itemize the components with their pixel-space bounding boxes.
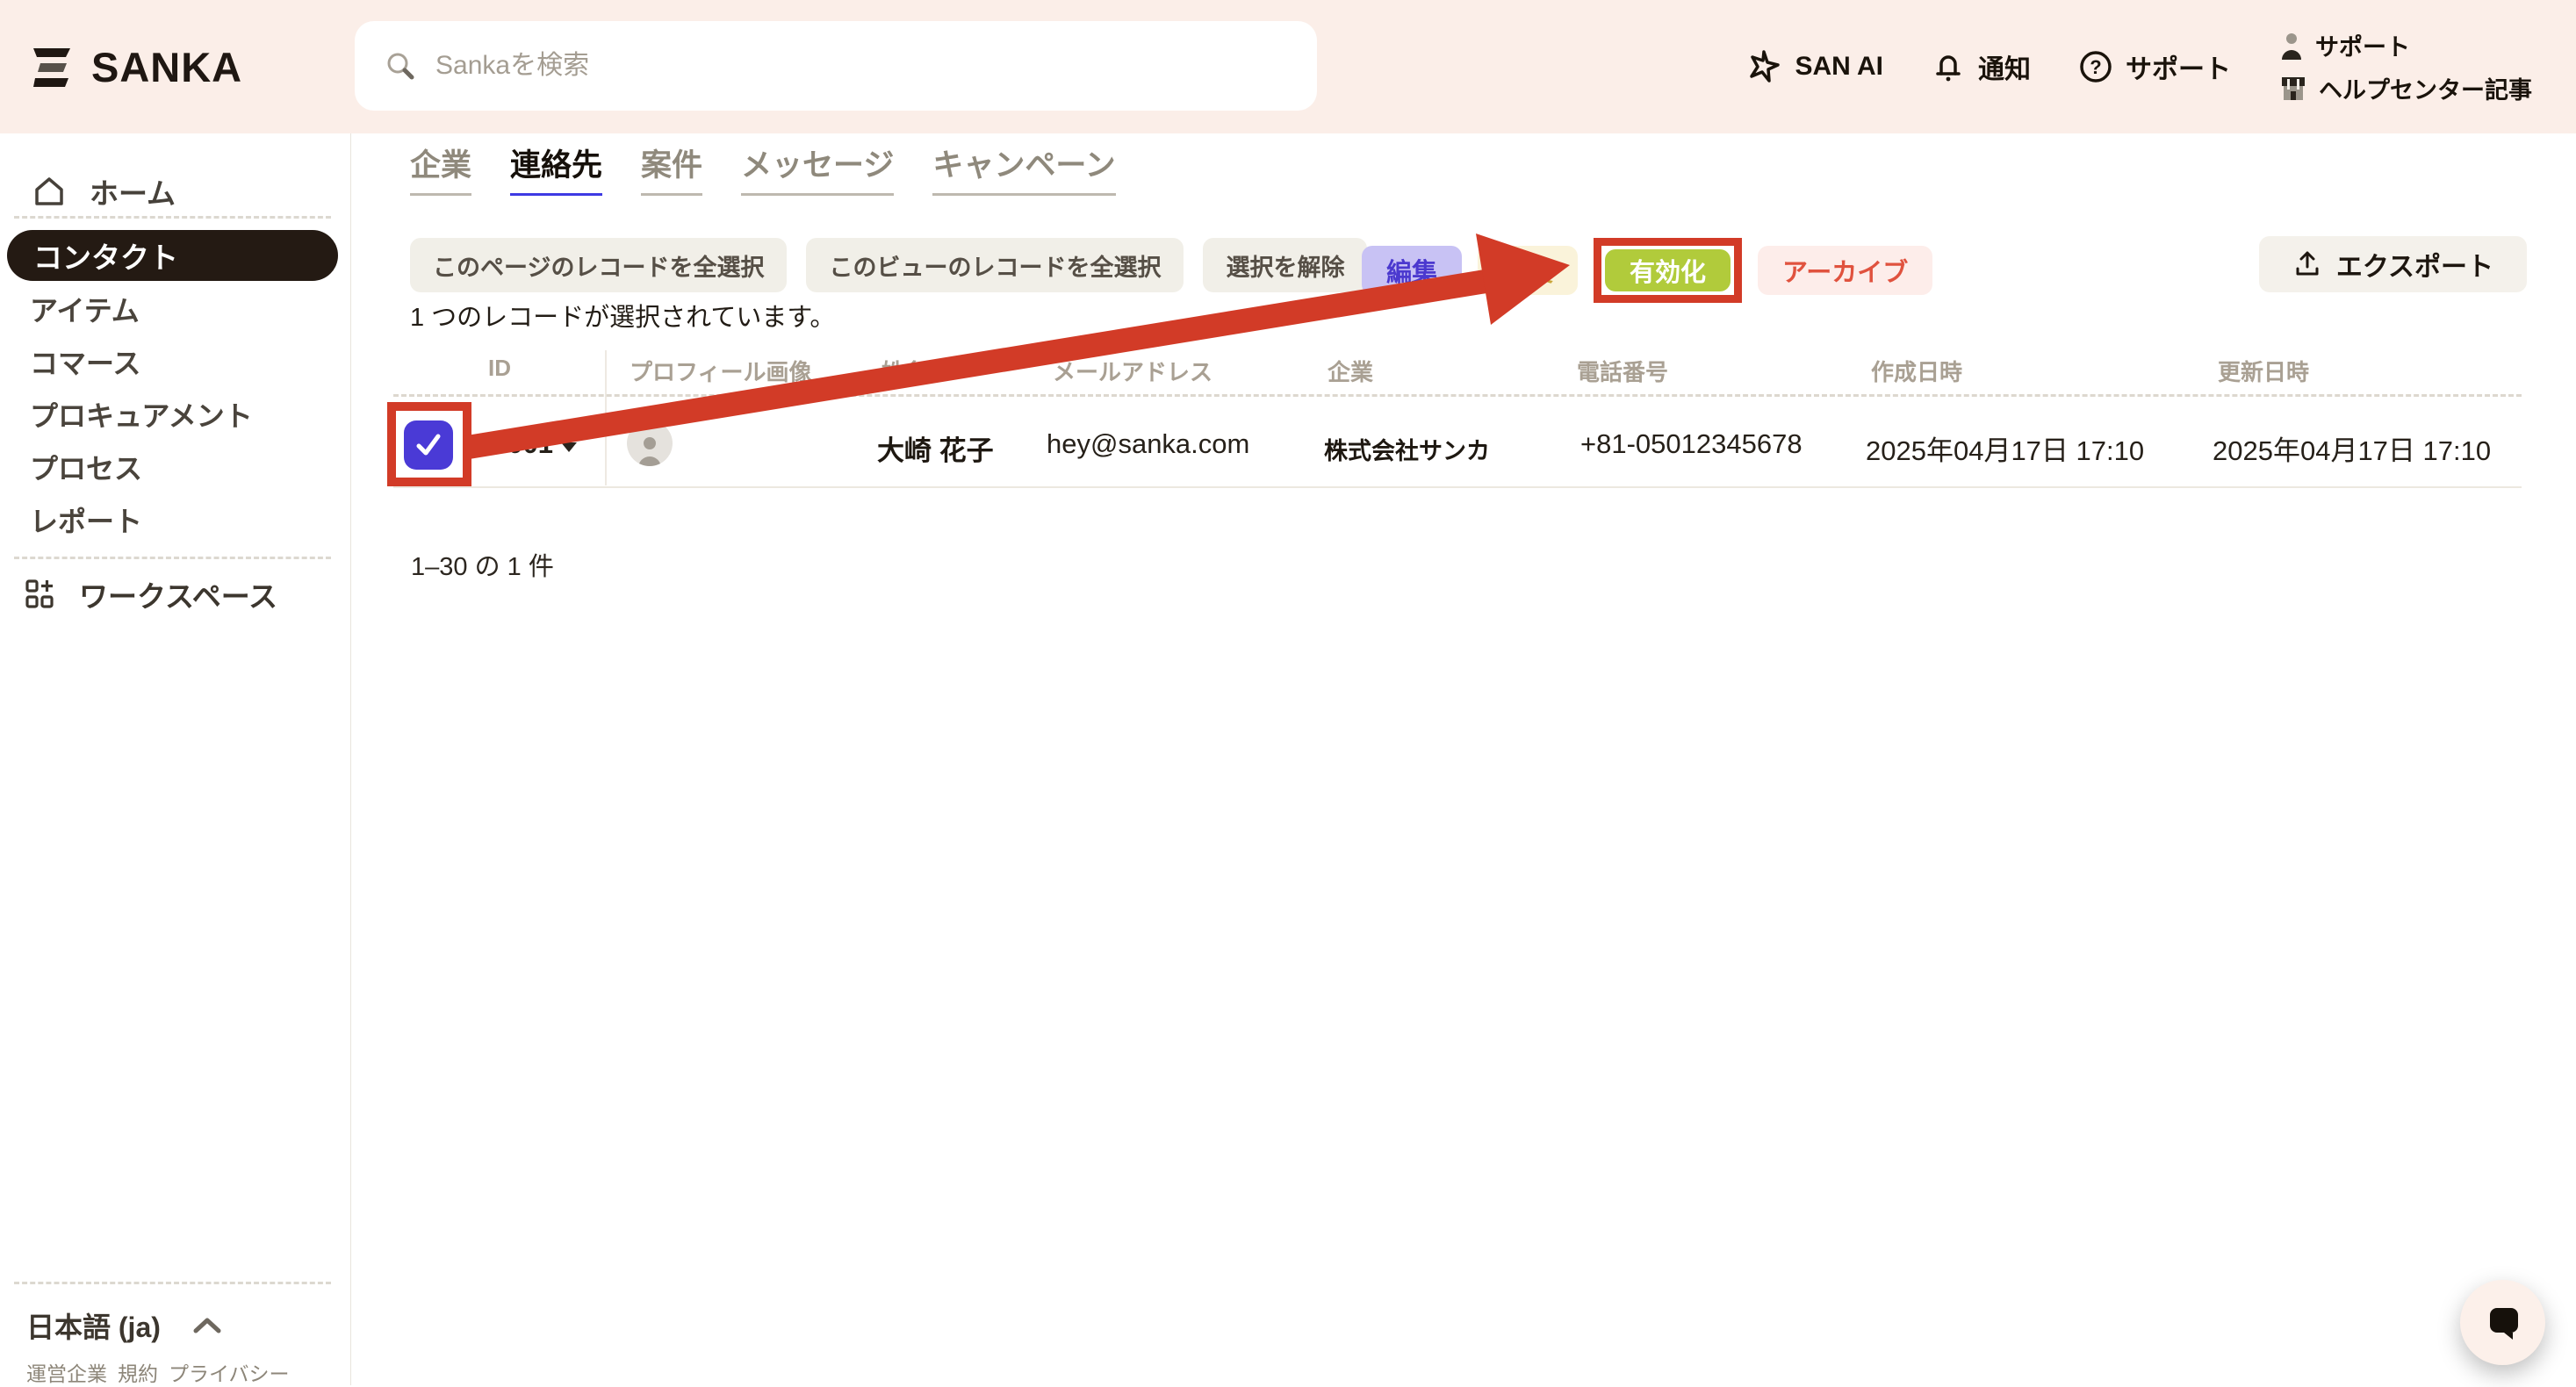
header-id: ID [488,355,511,382]
cell-name[interactable]: 大崎 花子 [877,428,994,468]
sidebar-item-procurement[interactable]: プロキュアメント [0,395,338,434]
sidebar-item-commerce[interactable]: コマース [0,342,338,381]
language-selector[interactable]: 日本語 (ja) [0,1306,338,1345]
terms-link[interactable]: 規約 [118,1357,158,1387]
chat-launcher-button[interactable] [2460,1280,2545,1365]
duplicate-button[interactable]: 複製 [1478,246,1578,295]
export-label: エクスポート [2336,245,2493,284]
home-icon [32,174,67,209]
avatar [627,420,673,466]
sidebar-item-label: ワークスペース [79,573,277,615]
san-ai-label: SAN AI [1795,52,1883,82]
topbar: SANKA SAN AI [0,0,2576,133]
workspace-grid-icon [23,577,58,612]
sidebar-item-label: アイテム [30,289,140,329]
selection-toolbar: このページのレコードを全選択 このビューのレコードを全選択 選択を解除 [410,238,1367,292]
tab-deals[interactable]: 案件 [641,140,702,196]
bulk-action-chips: 編集 複製 有効化 アーカイブ [1362,238,1932,303]
support-label: サポート [2126,47,2231,86]
selection-message: 1 つのレコードが選択されています。 [410,297,835,334]
tab-companies[interactable]: 企業 [410,140,471,196]
sidebar-item-workspace[interactable]: ワークスペース [0,571,338,618]
sidebar-item-process[interactable]: プロセス [0,448,338,486]
cell-company[interactable]: 株式会社サンカ [1324,432,1490,466]
activate-button[interactable]: 有効化 [1605,249,1731,291]
svg-text:?: ? [2090,56,2101,78]
storefront-icon [2278,74,2308,104]
person-icon [2278,32,2305,60]
san-ai-button[interactable]: SAN AI [1745,48,1883,85]
sidebar-item-items[interactable]: アイテム [0,290,338,328]
sanka-logo-icon [26,42,76,91]
header-email: メールアドレス [1053,355,1212,387]
sidebar-item-label: プロセス [30,447,142,487]
annotation-arrow [0,0,2576,1385]
row-top-divider [393,394,2522,397]
caret-down-icon[interactable] [558,439,579,455]
support-button[interactable]: ? サポート [2078,47,2231,86]
bell-icon [1931,49,1966,84]
search-icon [385,50,416,82]
column-divider [605,350,607,485]
header-company: 企業 [1328,355,1373,387]
header-updated: 更新日時 [2218,355,2309,387]
operating-company-link[interactable]: 運営企業 [26,1357,107,1387]
record-type-tabs: 企業 連絡先 案件 メッセージ キャンペーン [410,140,1116,196]
brand-name: SANKA [91,43,242,91]
sidebar-item-label: ホーム [90,170,176,212]
privacy-link[interactable]: プライバシー [169,1357,290,1387]
sidebar-item-label: コマース [30,341,140,382]
language-label: 日本語 (ja) [26,1305,161,1346]
tab-campaigns[interactable]: キャンペーン [932,140,1115,196]
export-icon [2292,249,2322,279]
user-support-link[interactable]: サポート [2278,28,2532,62]
select-all-view-button[interactable]: このビューのレコードを全選択 [806,238,1184,292]
pagination-summary: 1–30 の 1 件 [411,546,554,583]
select-all-page-button[interactable]: このページのレコードを全選択 [410,238,787,292]
export-button[interactable]: エクスポート [2259,236,2527,292]
sidebar-item-label: レポート [30,499,142,540]
sidebar-item-label: コンタクト [33,234,178,277]
cell-updated: 2025年04月17日 17:10 [2213,428,2491,468]
cell-created: 2025年04月17日 17:10 [1866,428,2144,468]
cell-phone: +81-05012345678 [1580,428,1802,460]
sidebar: ホーム コンタクト アイテム コマース プロキュアメント プロセス レポート ワ… [0,133,351,1385]
user-support-label: サポート [2315,28,2410,62]
question-circle-icon: ? [2078,49,2113,84]
sidebar-divider [14,557,331,559]
cell-id[interactable]: 0001 [493,428,553,460]
sidebar-divider [14,216,331,219]
archive-button[interactable]: アーカイブ [1758,246,1932,295]
global-search[interactable] [355,21,1317,111]
clear-selection-button[interactable]: 選択を解除 [1203,238,1367,292]
help-center-link[interactable]: ヘルプセンター記事 [2278,71,2532,105]
annotation-box-activate: 有効化 [1594,238,1742,303]
sidebar-item-label: プロキュアメント [30,394,253,435]
help-center-label: ヘルプセンター記事 [2319,71,2532,105]
sidebar-item-contacts-active[interactable]: コンタクト [7,230,338,281]
search-input[interactable] [434,50,1263,82]
chevron-up-icon [192,1316,222,1335]
tab-messages[interactable]: メッセージ [741,140,894,196]
cell-email[interactable]: hey@sanka.com [1047,428,1249,460]
header-created: 作成日時 [1871,355,1962,387]
sidebar-item-reports[interactable]: レポート [0,500,338,539]
header-profile: プロフィール画像 [630,355,811,387]
sidebar-divider [14,1282,331,1284]
sidebar-item-home[interactable]: ホーム [0,167,338,216]
edit-button[interactable]: 編集 [1362,246,1462,295]
annotation-box-checkbox [387,402,471,486]
sidebar-footer-links: 運営企業 規約 プライバシー [0,1359,338,1385]
header-phone: 電話番号 [1577,355,1668,387]
header-name: 姓名 [881,355,927,387]
tab-contacts[interactable]: 連絡先 [510,140,602,196]
sparkle-icon [1745,48,1782,85]
notifications-button[interactable]: 通知 [1931,47,2031,86]
chat-bubble-icon [2483,1303,2523,1343]
row-bottom-divider [393,486,2522,488]
app-logo[interactable]: SANKA [26,0,242,133]
topbar-actions: SAN AI 通知 ? サポート [1745,0,2532,133]
notifications-label: 通知 [1978,47,2031,86]
user-menu: サポート ヘルプセンター記事 [2278,28,2532,105]
